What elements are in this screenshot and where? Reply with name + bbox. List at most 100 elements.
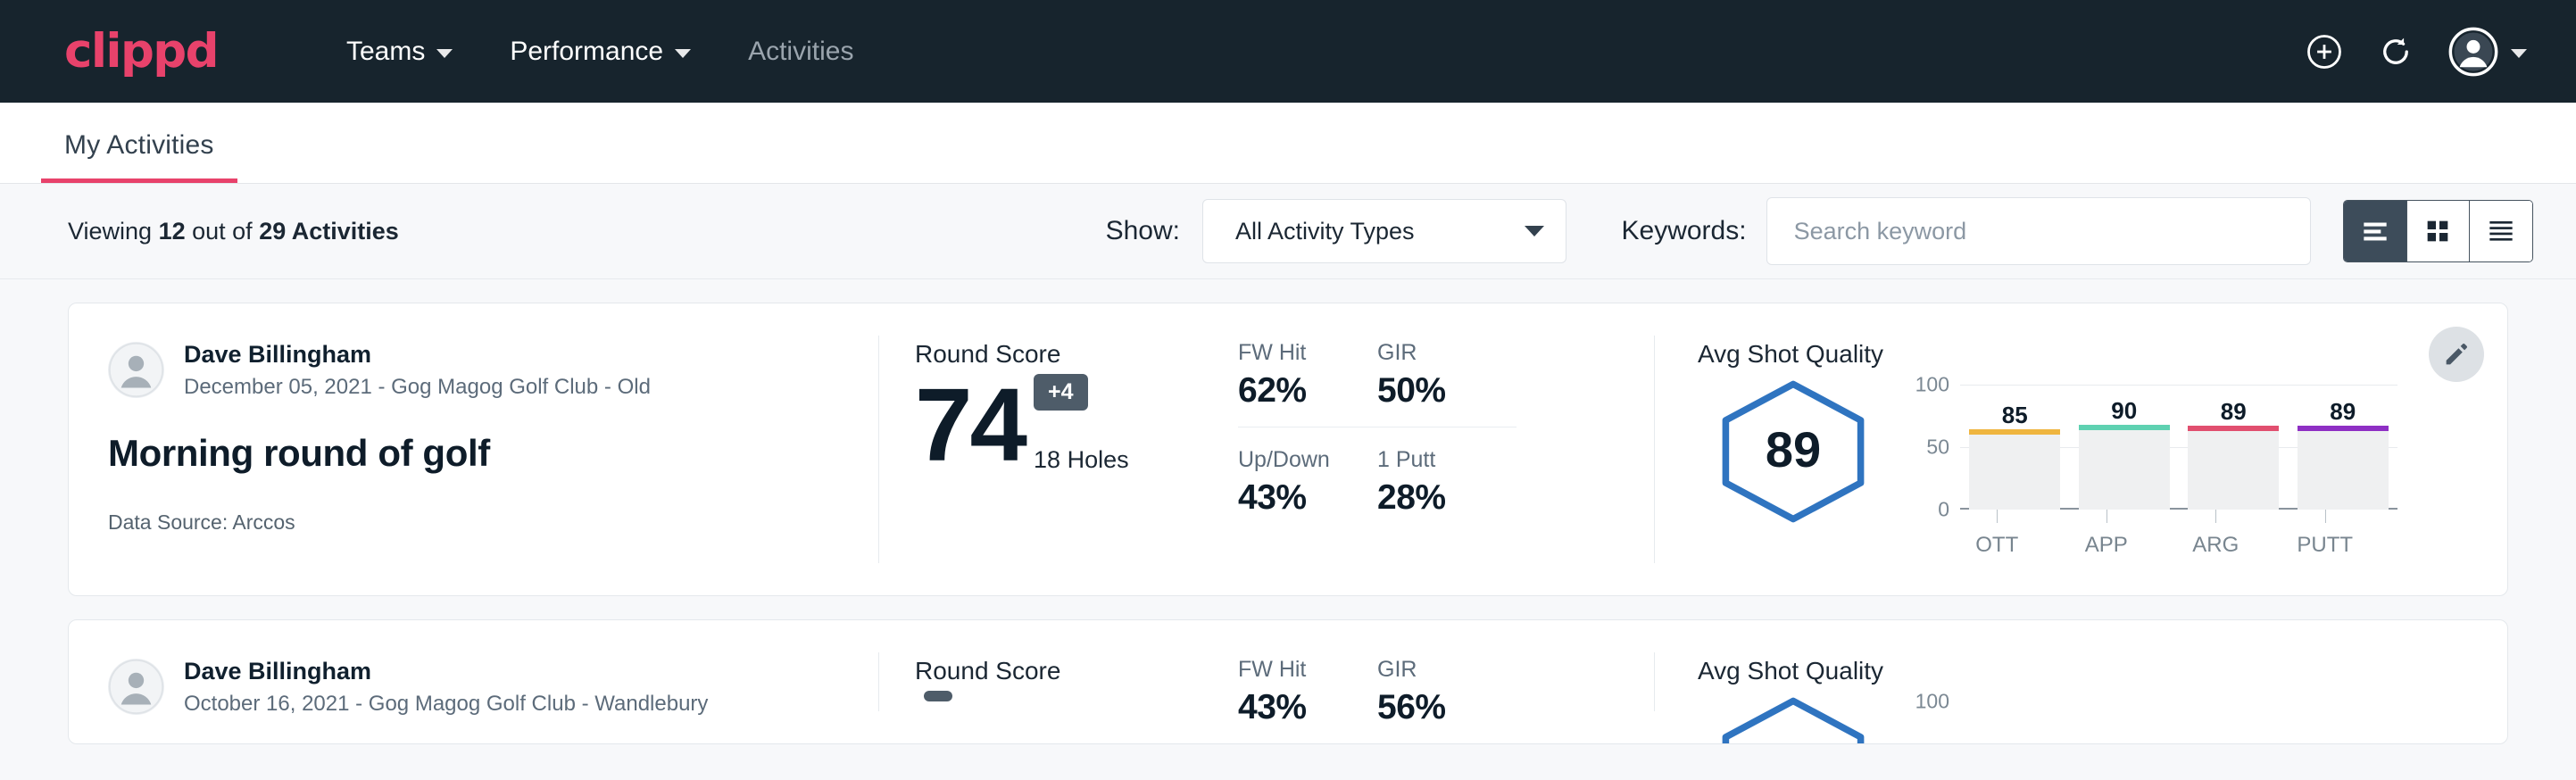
stat-fw-hit: FW Hit 62% xyxy=(1238,340,1377,427)
clippd-logo[interactable]: clippd xyxy=(64,28,218,75)
pencil-icon xyxy=(2442,340,2471,369)
compact-view-icon xyxy=(2484,214,2518,248)
activity-card[interactable]: Dave Billingham October 16, 2021 - Gog M… xyxy=(68,619,2508,744)
bar-slot-putt: 87 xyxy=(2298,701,2389,744)
round-stats-block: FW Hit 62% Up/Down 43% GIR 50% 1 Putt 28… xyxy=(1236,303,1654,595)
chart-plot-area: 100 50 0 85 xyxy=(1907,372,2397,510)
activity-summary: Dave Billingham December 05, 2021 - Gog … xyxy=(69,303,878,595)
shot-quality-hexagon xyxy=(1698,689,1889,744)
bar-value-label: 106 xyxy=(2188,743,2279,744)
compact-view-button[interactable] xyxy=(2470,201,2532,261)
score-differential-badge xyxy=(924,691,952,701)
x-label-app: APP xyxy=(2061,510,2152,558)
chevron-down-icon xyxy=(675,49,691,58)
player-header: Dave Billingham October 16, 2021 - Gog M… xyxy=(108,657,878,717)
nav-item-performance[interactable]: Performance xyxy=(481,37,719,67)
player-name: Dave Billingham xyxy=(184,340,651,370)
viewing-count: 12 xyxy=(159,218,186,245)
viewing-mid: out of xyxy=(186,218,260,245)
shot-quality-body: 89 100 50 0 xyxy=(1698,372,2507,558)
bar-group: 85 90 xyxy=(1960,385,2397,510)
person-avatar-icon xyxy=(108,659,164,715)
round-score-label: Round Score xyxy=(915,340,1236,369)
bar-cap-ott xyxy=(1969,429,2060,435)
keywords-label: Keywords: xyxy=(1622,216,1747,246)
stat-gir: GIR 56% xyxy=(1377,657,1517,744)
bar-value-label: 89 xyxy=(2188,398,2279,426)
player-info: Dave Billingham December 05, 2021 - Gog … xyxy=(184,340,651,400)
bar-cap-arg xyxy=(2188,426,2279,431)
viewing-prefix: Viewing xyxy=(68,218,159,245)
shot-quality-block: Avg Shot Quality 100 xyxy=(1655,620,2507,743)
score-differential-badge: +4 xyxy=(1034,374,1088,411)
stat-label: Up/Down xyxy=(1238,447,1377,473)
chart-bars-region: 85 90 xyxy=(1960,385,2397,510)
stat-one-putt: 1 Putt 28% xyxy=(1377,447,1517,534)
grid-view-button[interactable] xyxy=(2407,201,2470,261)
round-score-block: Round Score 74 +4 18 Holes xyxy=(879,303,1236,595)
activity-summary: Dave Billingham October 16, 2021 - Gog M… xyxy=(69,620,878,743)
stat-fw-hit: FW Hit 43% xyxy=(1238,657,1377,744)
account-menu[interactable] xyxy=(2448,27,2527,77)
shot-quality-chart: 100 94 82 xyxy=(1889,689,2397,744)
nav-label-activities: Activities xyxy=(748,37,853,67)
stat-up-down: Up/Down 43% xyxy=(1238,447,1377,534)
activity-card[interactable]: Dave Billingham December 05, 2021 - Gog … xyxy=(68,303,2508,596)
viewing-count-text: Viewing 12 out of 29 Activities xyxy=(68,218,399,245)
x-label-ott: OTT xyxy=(1951,510,2042,558)
chart-bars-region: 94 82 106 xyxy=(1960,701,2397,744)
bar-slot-ott: 94 xyxy=(1969,701,2060,744)
chevron-down-icon xyxy=(2511,49,2527,58)
bar-slot-arg: 106 xyxy=(2188,701,2279,744)
score-side: +4 18 Holes xyxy=(1034,374,1129,474)
stat-value: 62% xyxy=(1238,371,1377,411)
chart-y-axis: 100 xyxy=(1907,701,1960,744)
round-score-value: 74 xyxy=(915,377,1025,474)
search-input[interactable] xyxy=(1794,218,2284,245)
bar-cap-app xyxy=(2079,425,2170,430)
activity-title: Morning round of golf xyxy=(108,432,878,475)
tab-my-activities[interactable]: My Activities xyxy=(41,130,237,183)
nav-item-teams[interactable]: Teams xyxy=(318,37,481,67)
bar-slot-app: 82 xyxy=(2079,701,2170,744)
activity-meta: December 05, 2021 - Gog Magog Golf Club … xyxy=(184,375,651,400)
stat-label: 1 Putt xyxy=(1377,447,1517,473)
stat-value: 56% xyxy=(1377,688,1517,727)
avatar xyxy=(108,659,164,715)
search-input-wrapper[interactable] xyxy=(1766,197,2312,265)
list-view-icon xyxy=(2358,214,2392,248)
avg-shot-quality-label: Avg Shot Quality xyxy=(1698,657,2507,685)
add-circle-icon[interactable] xyxy=(2306,33,2343,71)
stat-value: 28% xyxy=(1377,478,1517,518)
chart-x-axis: OTT APP ARG PUTT xyxy=(1942,510,2380,558)
round-stats-block: FW Hit 43% GIR 56% xyxy=(1236,620,1654,743)
list-view-button[interactable] xyxy=(2344,201,2406,261)
stat-value: 43% xyxy=(1238,688,1377,727)
tab-bar: My Activities xyxy=(0,103,2576,184)
header-actions xyxy=(2306,27,2527,77)
edit-activity-button[interactable] xyxy=(2429,327,2484,382)
activity-type-select[interactable]: All Activity Types xyxy=(1202,199,1566,263)
stat-label: FW Hit xyxy=(1238,340,1377,366)
stat-gir: GIR 50% xyxy=(1377,340,1517,427)
activity-type-value: All Activity Types xyxy=(1235,218,1525,245)
score-side xyxy=(924,691,952,744)
bar-arg xyxy=(2188,430,2279,510)
shot-quality-block: Avg Shot Quality 89 100 50 0 xyxy=(1655,303,2507,595)
round-score-label: Round Score xyxy=(915,657,1236,685)
holes-played: 18 Holes xyxy=(1034,446,1129,474)
show-label: Show: xyxy=(1106,216,1180,246)
y-tick-100: 100 xyxy=(1915,690,1949,714)
activity-card-list: Dave Billingham December 05, 2021 - Gog … xyxy=(0,279,2576,780)
avatar xyxy=(108,342,164,398)
refresh-icon[interactable] xyxy=(2377,33,2414,71)
account-avatar-icon xyxy=(2448,27,2498,77)
shot-quality-body: 100 94 82 xyxy=(1698,689,2507,744)
nav-item-activities[interactable]: Activities xyxy=(719,37,882,67)
person-avatar-icon xyxy=(108,342,164,398)
avg-shot-quality-label: Avg Shot Quality xyxy=(1698,340,2507,369)
avg-shot-quality-value xyxy=(1698,689,1889,744)
score-row: 74 +4 18 Holes xyxy=(915,374,1236,474)
y-tick-0: 0 xyxy=(1938,498,1949,522)
y-tick-50: 50 xyxy=(1926,436,1949,460)
